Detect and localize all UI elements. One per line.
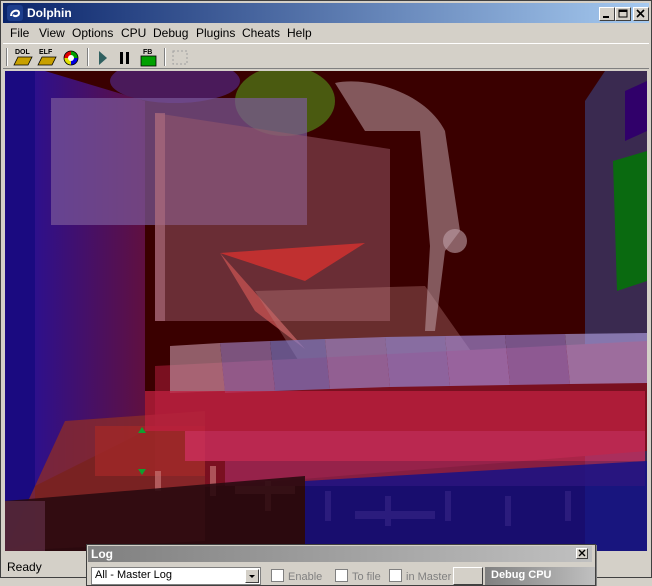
open-dol-button[interactable]: DOL [13,47,33,67]
debug-cpu-label: Debug CPU [491,569,552,581]
toolbar: DOL ELF FB [3,43,649,69]
fullscreen-button[interactable]: FB [139,47,159,67]
open-elf-icon: ELF [37,49,57,66]
to-file-checkbox[interactable]: To file [335,569,381,583]
maximize-button[interactable] [615,7,631,21]
open-elf-button[interactable]: ELF [37,47,57,67]
maximize-icon [618,9,628,18]
elf-icon-label: ELF [39,49,53,56]
log-title-bar[interactable]: Log [88,546,592,562]
close-icon [578,549,586,557]
enable-checkbox[interactable]: Enable [271,569,322,583]
game-render-view[interactable] [5,71,647,551]
window-title: Dolphin [27,6,72,20]
menu-debug[interactable]: Debug [153,26,188,40]
checkbox-box[interactable] [389,569,402,582]
fb-icon-label: FB [143,49,152,56]
menu-cheats[interactable]: Cheats [242,26,280,40]
log-source-select[interactable]: All - Master Log [91,567,261,585]
menu-plugins[interactable]: Plugins [196,26,235,40]
toolbar-separator [164,48,166,66]
in-master-checkbox[interactable]: in Master [389,569,451,583]
to-file-label: To file [352,571,381,583]
toolbar-separator [87,48,89,66]
menu-bar: File View Options CPU Debug Plugins Chea… [3,24,649,42]
in-master-label: in Master [406,571,452,583]
menu-view[interactable]: View [39,26,65,40]
status-text: Ready [7,560,42,574]
game-scene [5,71,647,551]
fullscreen-icon: FB [140,49,157,67]
enable-label: Enable [288,571,323,583]
title-bar[interactable]: Dolphin [3,3,649,23]
dropdown-button[interactable] [245,569,259,583]
plugins-button[interactable] [61,47,81,67]
screenshot-icon [172,50,188,65]
open-dol-icon: DOL [13,49,33,66]
minimize-button[interactable] [599,7,615,21]
pause-button[interactable] [115,47,135,67]
menu-cpu[interactable]: CPU [121,26,146,40]
close-button[interactable] [633,7,649,21]
toolbar-separator [6,48,8,66]
log-title: Log [91,547,113,561]
dolphin-logo-icon [7,5,23,21]
play-icon [99,51,107,65]
checkbox-box[interactable] [271,569,284,582]
menu-options[interactable]: Options [72,26,113,40]
menu-file[interactable]: File [10,26,29,40]
debug-cpu-window-title[interactable]: Debug CPU [485,567,595,585]
log-source-value: All - Master Log [95,569,173,581]
minimize-icon [603,16,609,18]
color-wheel-icon [63,50,79,66]
close-icon [636,9,645,18]
log-window[interactable]: Log All - Master Log Enable To file in M… [86,544,596,586]
log-close-button[interactable] [576,548,588,559]
disabled-tool-button[interactable] [170,47,190,67]
main-window: Dolphin File View Options CPU Debug Plug… [0,0,652,578]
dol-icon-label: DOL [15,49,31,56]
play-button[interactable] [93,47,113,67]
log-action-button[interactable] [453,567,483,585]
menu-help[interactable]: Help [287,26,312,40]
pause-icon [120,52,129,64]
checkbox-box[interactable] [335,569,348,582]
chevron-down-icon [249,575,255,578]
